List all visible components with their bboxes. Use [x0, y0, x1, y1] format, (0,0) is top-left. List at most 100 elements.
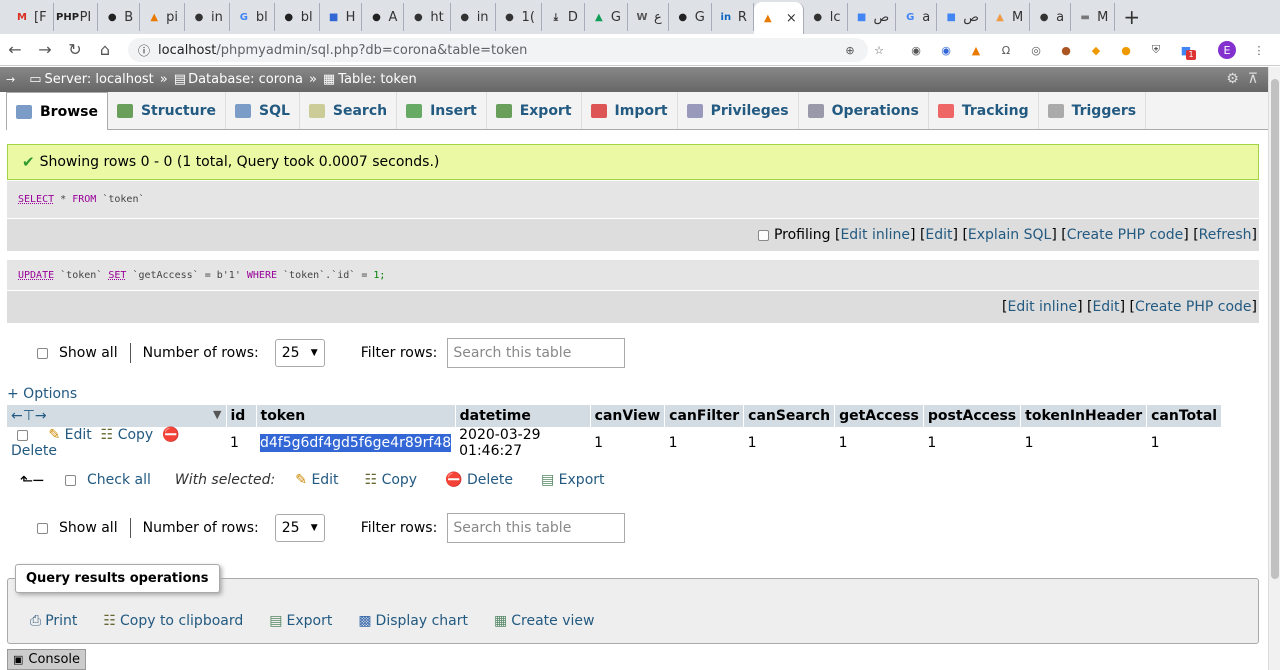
browser-tab[interactable]: ▲ G — [585, 3, 628, 31]
home-icon[interactable]: ⌂ — [90, 40, 120, 59]
row-copy-link[interactable]: ☷ Copy — [101, 427, 154, 443]
tab-structure[interactable]: Structure — [108, 92, 226, 129]
reload-icon[interactable]: ↻ — [60, 40, 90, 59]
cell-cantotal[interactable]: 1 — [1146, 427, 1222, 459]
sql-keyword-set[interactable]: SET — [108, 270, 126, 281]
edit-link[interactable]: Edit — [1092, 299, 1119, 315]
settings-gear-icon[interactable]: ⚙ ⊼ — [1226, 71, 1258, 87]
tab-operations[interactable]: Operations — [799, 92, 929, 129]
browser-tab[interactable]: ● lc — [804, 3, 848, 31]
browser-tab[interactable]: ● 1( — [496, 3, 542, 31]
translate-extension-icon[interactable]: ■1 — [1177, 41, 1196, 60]
edit-link[interactable]: Edit — [925, 227, 952, 243]
collapse-arrow-icon[interactable]: → — [6, 73, 15, 86]
cell-tokeninheader[interactable]: 1 — [1020, 427, 1147, 459]
eye-icon[interactable]: ◎ — [1027, 41, 1045, 59]
browser-tab[interactable]: ▲ M — [986, 3, 1031, 31]
browser-tab[interactable]: ● bl — [275, 3, 320, 31]
check-all-link[interactable]: Check all — [87, 472, 151, 488]
tab-browse[interactable]: Browse — [6, 92, 108, 130]
zoom-icon[interactable]: ⊕ — [841, 41, 859, 59]
shield-icon[interactable]: ⛨ — [1147, 41, 1165, 59]
sort-down-icon[interactable]: ▼ — [213, 408, 221, 421]
create-php-code-link[interactable]: Create PHP code — [1135, 299, 1252, 315]
num-rows-select[interactable]: 25 ▼ — [274, 514, 325, 542]
column-header[interactable]: canView — [590, 405, 666, 427]
browser-tab[interactable]: ● in — [185, 3, 230, 31]
options-toggle[interactable]: + Options — [7, 386, 77, 402]
row-delete-link[interactable]: ⛔ Delete — [11, 427, 180, 459]
profile-avatar[interactable]: E — [1218, 41, 1236, 59]
cell-canview[interactable]: 1 — [590, 427, 665, 459]
bulk-edit-button[interactable]: ✎ Edit — [295, 472, 338, 488]
create-view-link[interactable]: ▦ Create view — [494, 613, 594, 629]
browser-tab[interactable]: ■ ص — [848, 3, 897, 31]
browser-tab[interactable]: ● B — [98, 3, 141, 31]
row-edit-link[interactable]: ✎ Edit — [48, 427, 91, 443]
cell-postaccess[interactable]: 1 — [923, 427, 1021, 459]
tab-import[interactable]: Import — [582, 92, 678, 129]
breadcrumb-table[interactable]: Table: token — [338, 72, 416, 87]
browser-tab[interactable]: ▬ M — [1071, 3, 1116, 31]
cell-canfilter[interactable]: 1 — [664, 427, 744, 459]
new-tab-button[interactable]: + — [1123, 5, 1140, 29]
create-php-code-link[interactable]: Create PHP code — [1067, 227, 1184, 243]
cell-token[interactable]: d4f5g6df4gd5f6ge4r89rf48 — [256, 427, 456, 459]
show-all-checkbox[interactable] — [37, 347, 48, 359]
browser-tab[interactable]: PHP PI — [54, 3, 99, 31]
display-chart-link[interactable]: ▩ Display chart — [358, 613, 468, 629]
edit-inline-link[interactable]: Edit inline — [840, 227, 910, 243]
bulk-export-button[interactable]: ▤ Export — [541, 472, 605, 488]
camera-icon[interactable]: ◉ — [907, 41, 925, 59]
browser-tab[interactable]: ● in — [451, 3, 496, 31]
cookie-icon[interactable]: ● — [1057, 41, 1075, 59]
browser-tab-active[interactable]: ▲ × — [753, 2, 804, 34]
browser-tab[interactable]: ● ht — [404, 3, 451, 31]
browser-tab[interactable]: Ga — [896, 3, 938, 31]
breadcrumb-database[interactable]: Database: corona — [188, 72, 303, 87]
column-header[interactable]: canFilter — [664, 405, 745, 427]
tab-tracking[interactable]: Tracking — [929, 92, 1039, 129]
column-header[interactable]: id — [226, 405, 257, 427]
column-header[interactable]: datetime — [455, 405, 591, 427]
sql-keyword-select[interactable]: SELECT — [18, 194, 54, 205]
column-header[interactable]: getAccess — [834, 405, 924, 427]
browser-tab[interactable]: Wع — [628, 3, 669, 31]
show-all-checkbox[interactable] — [37, 522, 48, 534]
browser-tab[interactable]: ● A — [362, 3, 405, 31]
tab-insert[interactable]: Insert — [397, 92, 487, 129]
explain-sql-link[interactable]: Explain SQL — [968, 227, 1051, 243]
cell-datetime[interactable]: 2020-03-29 01:46:27 — [455, 427, 591, 459]
filter-rows-input[interactable]: Search this table — [447, 338, 626, 368]
browser-tab[interactable]: ■ H — [320, 3, 363, 31]
tab-sql[interactable]: SQL — [226, 92, 300, 129]
column-arrows-header[interactable]: ←⊤→ ▼ — [7, 405, 227, 427]
browser-tab[interactable]: M [F — [8, 3, 54, 31]
bulk-copy-button[interactable]: ☷ Copy — [365, 472, 418, 488]
info-icon[interactable]: ⓘ — [138, 42, 150, 59]
browser-tab[interactable]: ▲ pi — [140, 3, 186, 31]
back-arrow-icon[interactable]: ← — [0, 40, 30, 59]
sql-keyword-update[interactable]: UPDATE — [18, 270, 54, 281]
browser-tab[interactable]: in R — [712, 3, 754, 31]
browser-tab[interactable]: Gbl — [230, 3, 275, 31]
forward-arrow-icon[interactable]: → — [30, 40, 60, 59]
profiling-checkbox[interactable] — [757, 229, 769, 241]
breadcrumb-server[interactable]: Server: localhost — [45, 72, 154, 87]
export-link[interactable]: ▤ Export — [269, 613, 332, 629]
tab-privileges[interactable]: Privileges — [678, 92, 799, 129]
bookmark-star-icon[interactable]: ☆ — [870, 41, 888, 59]
cookie2-icon[interactable]: ● — [1117, 41, 1135, 59]
column-header[interactable]: token — [256, 405, 456, 427]
page-scrollbar[interactable] — [1268, 67, 1280, 670]
tab-triggers[interactable]: Triggers — [1039, 92, 1147, 129]
browser-tab[interactable]: ⤓ D — [542, 3, 585, 31]
scrollbar-thumb[interactable] — [1271, 79, 1279, 579]
tag-icon[interactable]: ◆ — [1087, 41, 1105, 59]
url-input[interactable]: ⓘ localhost/phpmyadmin/sql.php?db=corona… — [128, 38, 868, 62]
cell-id[interactable]: 1 — [226, 427, 256, 459]
bulk-delete-button[interactable]: ⛔ Delete — [445, 472, 513, 488]
close-icon[interactable]: × — [786, 11, 797, 26]
check-all-checkbox[interactable] — [65, 474, 77, 486]
pma-extension-icon[interactable]: ▲ — [967, 41, 985, 59]
